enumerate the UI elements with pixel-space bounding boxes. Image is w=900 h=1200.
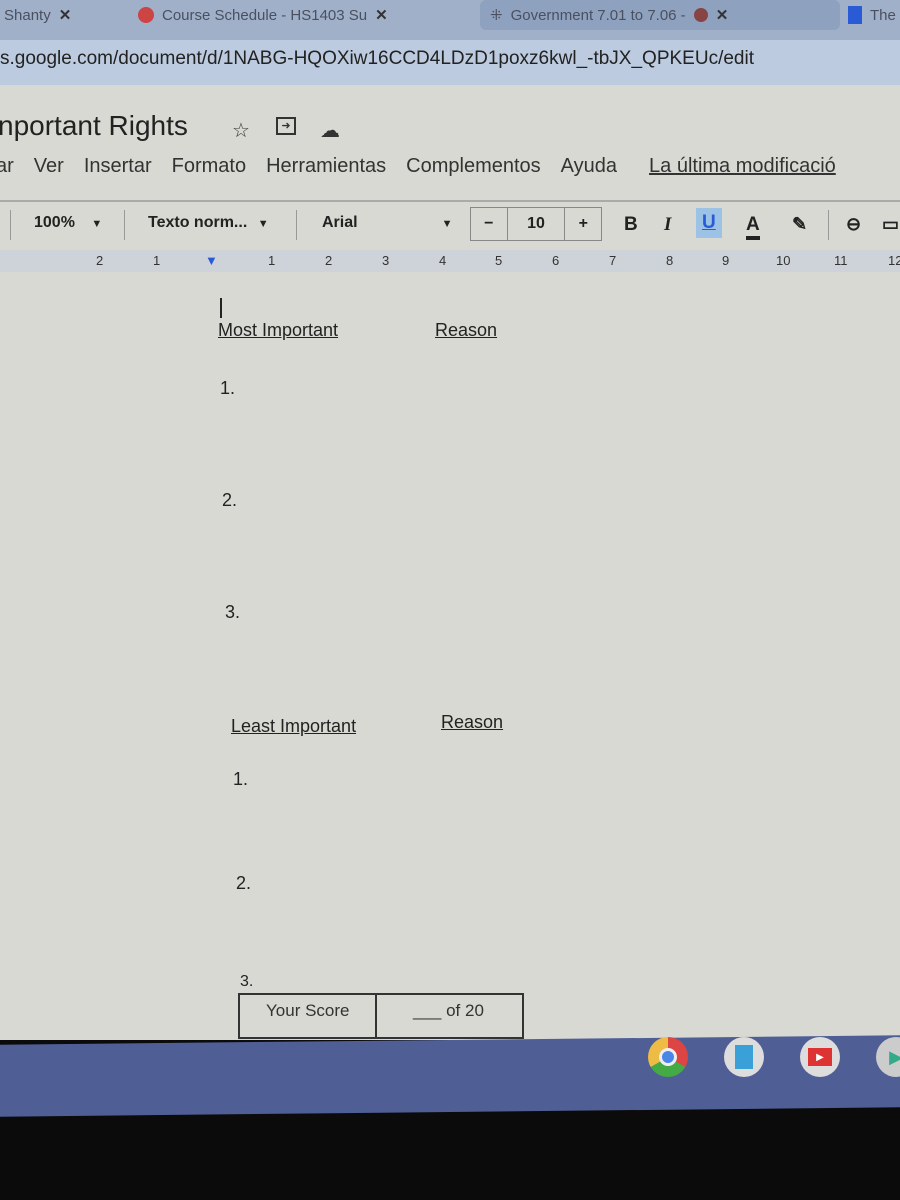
menu-bar: ar Ver Insertar Formato Herramientas Com… (0, 155, 836, 178)
list-item: 1. (233, 769, 249, 789)
tab-course-schedule[interactable]: Course Schedule - HS1403 Su ✕ (138, 0, 388, 30)
taskbar (0, 1035, 900, 1117)
text-cursor (220, 298, 222, 318)
docs-icon (848, 6, 862, 24)
text-color-button[interactable]: A (746, 214, 760, 240)
comment-icon[interactable]: ▭ (882, 214, 899, 235)
toolbar: 100% ▼ Texto norm... ▼ Arial ▼ − 10 + B I… (0, 200, 900, 244)
list-item: 1. (220, 378, 236, 398)
youtube-icon[interactable]: ▶ (800, 1037, 840, 1077)
heading-least-important: Least Important (231, 716, 357, 736)
blackboard-icon (138, 7, 154, 23)
font-size-stepper[interactable]: − 10 + (470, 207, 602, 241)
move-folder-icon[interactable]: ➜ (276, 117, 296, 135)
italic-button[interactable]: I (664, 214, 671, 236)
score-value: ___ of 20 (375, 995, 522, 1037)
bold-button[interactable]: B (624, 214, 638, 236)
zoom-select[interactable]: 100% ▼ (34, 214, 102, 232)
cloud-status-icon: ☁ (320, 120, 340, 142)
close-icon[interactable]: ✕ (716, 6, 729, 24)
score-label: Your Score (266, 1001, 350, 1020)
increase-size-button[interactable]: + (565, 208, 601, 240)
tab-strip: Shanty ✕ Course Schedule - HS1403 Su ✕ ⁜ Go… (0, 0, 900, 40)
list-item: 2. (236, 873, 252, 893)
heading-reason: Reason (435, 320, 498, 340)
tab-label: Shanty (4, 6, 51, 24)
link-icon[interactable]: ⊖ (846, 214, 861, 235)
url-text: s.google.com/document/d/1NABG-HQOXiw16CC… (0, 48, 754, 69)
list-item: 3. (240, 973, 254, 990)
chevron-down-icon: ▼ (441, 218, 453, 230)
font-size-input[interactable]: 10 (508, 208, 566, 240)
indent-marker-icon[interactable]: ▼ (205, 253, 218, 268)
slides-icon: ⁜ (490, 7, 503, 24)
tab-shanty[interactable]: Shanty ✕ (4, 0, 71, 30)
menu-herramientas[interactable]: Herramientas (266, 155, 386, 178)
docs-icon[interactable] (724, 1037, 764, 1077)
star-icon[interactable]: ☆ (232, 118, 250, 143)
last-edit-link[interactable]: La última modificació (649, 155, 836, 178)
list-item: 3. (225, 602, 241, 622)
list-item: 2. (222, 490, 238, 510)
tab-government[interactable]: ⁜ Government 7.01 to 7.06 - ✕ (480, 0, 840, 30)
tab-the-n[interactable]: The N (848, 0, 900, 30)
chevron-down-icon: ▼ (91, 218, 103, 230)
chevron-down-icon: ▼ (257, 218, 269, 230)
highlight-pen-icon[interactable]: ✎ (792, 214, 807, 235)
menu-editar[interactable]: ar (0, 155, 14, 178)
heading-reason: Reason (441, 712, 504, 732)
score-table: Your Score ___ of 20 (238, 993, 524, 1039)
menu-complementos[interactable]: Complementos (406, 155, 541, 178)
menu-insertar[interactable]: Insertar (84, 155, 152, 178)
ruler[interactable]: 2 1 ▼ 1 2 3 4 5 6 7 8 9 10 11 12 (0, 250, 900, 272)
font-select[interactable]: Arial ▼ (322, 214, 452, 232)
avatar (693, 8, 708, 22)
tab-label: The N (870, 6, 900, 24)
tab-label: Course Schedule - HS1403 Su (162, 6, 368, 24)
address-bar[interactable]: s.google.com/document/d/1NABG-HQOXiw16CC… (0, 40, 900, 85)
decrease-size-button[interactable]: − (471, 208, 508, 240)
close-icon[interactable]: ✕ (375, 6, 388, 24)
close-icon[interactable]: ✕ (59, 6, 72, 24)
heading-most-important: Most Important (218, 320, 339, 340)
menu-ayuda[interactable]: Ayuda (561, 155, 617, 178)
chrome-icon[interactable] (648, 1037, 688, 1077)
style-select[interactable]: Texto norm... ▼ (148, 214, 269, 232)
menu-ver[interactable]: Ver (34, 155, 64, 178)
tab-label: Government 7.01 to 7.06 - (510, 6, 686, 24)
menu-formato[interactable]: Formato (172, 155, 246, 178)
document-title[interactable]: nportant Rights (0, 110, 188, 142)
underline-button[interactable]: U (696, 208, 722, 238)
